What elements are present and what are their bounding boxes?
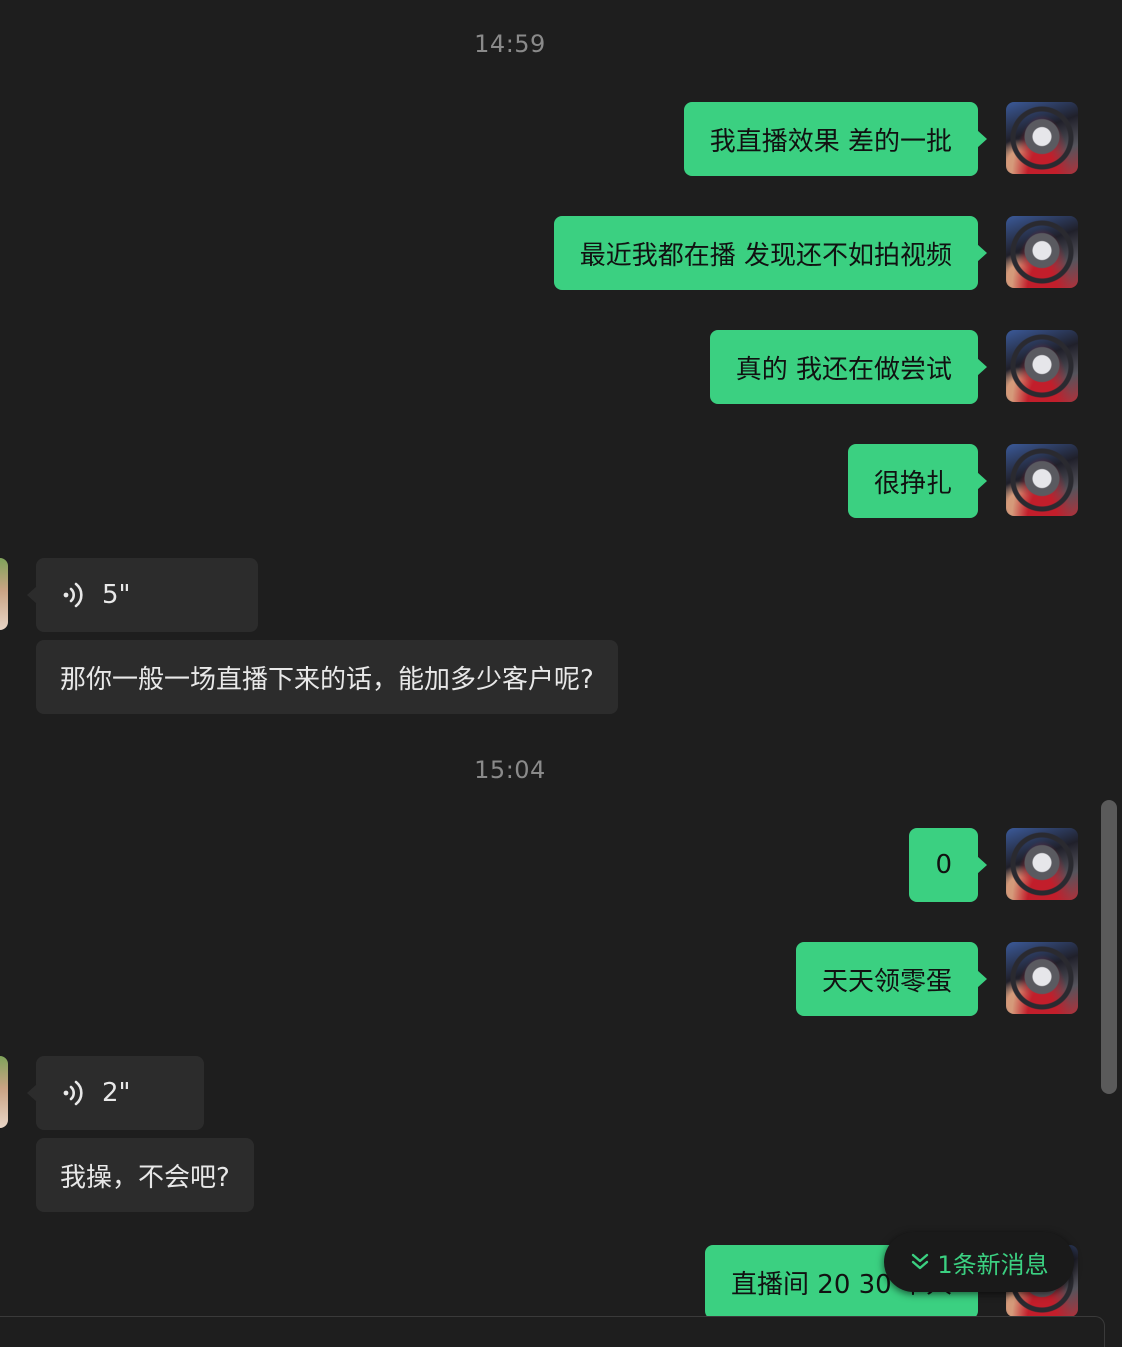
new-message-button[interactable]: 1条新消息: [884, 1232, 1074, 1292]
voice-duration: 5": [102, 580, 131, 610]
voice-wave-icon: [63, 582, 83, 608]
outgoing-message[interactable]: 0: [909, 828, 987, 902]
my-avatar[interactable]: [1006, 444, 1078, 516]
contact-avatar[interactable]: [0, 1056, 8, 1128]
voice-duration: 2": [102, 1078, 131, 1108]
my-avatar[interactable]: [1006, 828, 1078, 900]
my-avatar[interactable]: [1006, 216, 1078, 288]
contact-avatar[interactable]: [0, 558, 8, 630]
chat-history: 14:59 我直播效果 差的一批 最近我都在播 发现还不如拍视频 真的 我还在做…: [0, 0, 1122, 1334]
my-avatar[interactable]: [1006, 330, 1078, 402]
message-input-area[interactable]: [0, 1316, 1105, 1347]
timestamp: 14:59: [474, 30, 546, 58]
double-chevron-down-icon: [912, 1253, 929, 1270]
outgoing-message[interactable]: 真的 我还在做尝试: [709, 330, 988, 404]
incoming-message[interactable]: 我操，不会吧?: [36, 1138, 254, 1212]
my-avatar[interactable]: [1006, 942, 1078, 1014]
new-message-label: 1条新消息: [937, 1250, 1049, 1279]
outgoing-message[interactable]: 天天领零蛋: [795, 942, 988, 1016]
incoming-message[interactable]: 那你一般一场直播下来的话，能加多少客户呢?: [36, 640, 618, 714]
outgoing-message[interactable]: 很挣扎: [847, 444, 988, 518]
voice-message[interactable]: 2": [27, 1056, 204, 1130]
timestamp: 15:04: [474, 756, 546, 784]
outgoing-message[interactable]: 最近我都在播 发现还不如拍视频: [553, 216, 988, 290]
scrollbar[interactable]: [1101, 800, 1117, 1094]
outgoing-message[interactable]: 我直播效果 差的一批: [683, 102, 988, 176]
voice-wave-icon: [63, 1080, 83, 1106]
voice-message[interactable]: 5": [27, 558, 258, 632]
my-avatar[interactable]: [1006, 102, 1078, 174]
